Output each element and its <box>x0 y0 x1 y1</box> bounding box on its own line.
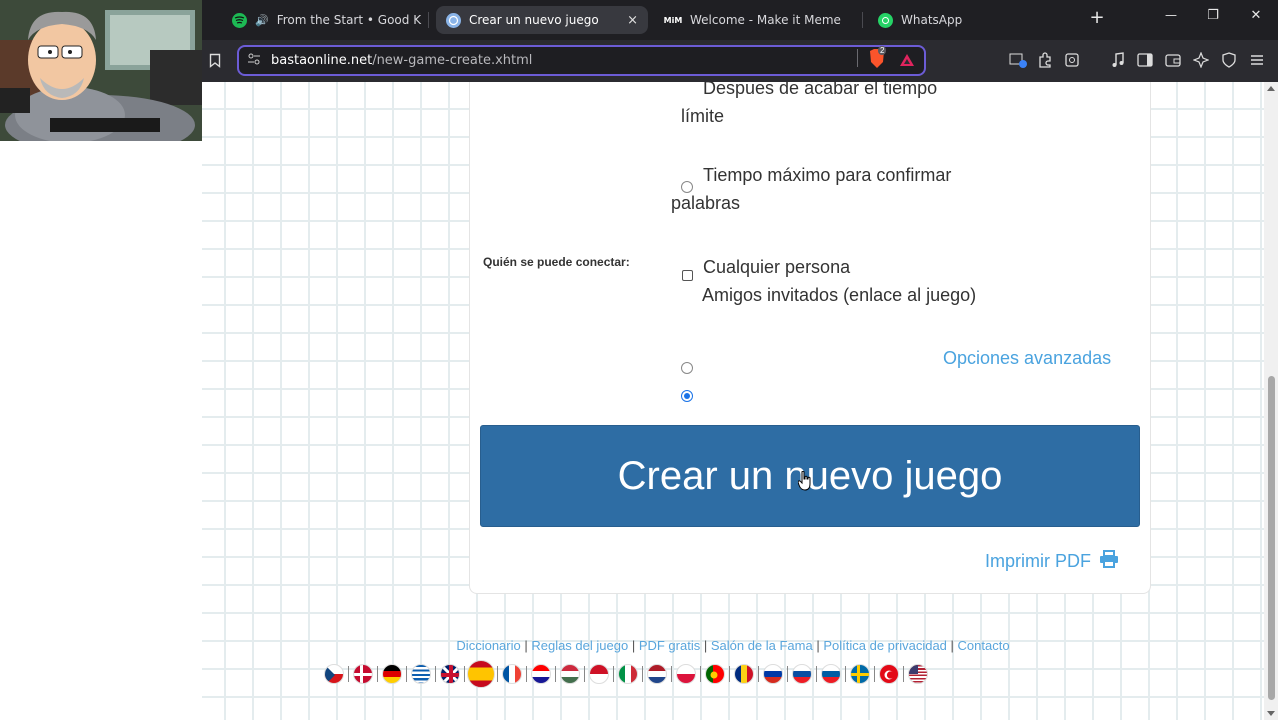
spotify-icon <box>232 12 247 28</box>
menu-icon[interactable] <box>1247 50 1267 70</box>
scroll-thumb[interactable] <box>1268 376 1275 700</box>
tab-crear-juego[interactable]: Crear un nuevo juego × <box>436 6 648 34</box>
flag-fr-icon[interactable] <box>502 664 522 684</box>
flag-de-icon[interactable] <box>382 664 402 684</box>
option-anyone-label[interactable]: Cualquier persona <box>703 253 850 281</box>
whatsapp-icon <box>878 12 893 28</box>
brave-shield-icon[interactable]: 2 <box>867 46 887 70</box>
footer-link-privacidad[interactable]: Política de privacidad <box>823 638 947 653</box>
option-max-time-label: Tiempo máximo para confirmar <box>703 165 952 185</box>
option-after-time-label-cont: límite <box>681 106 725 126</box>
footer-separator: | <box>520 638 532 653</box>
flag-se-icon[interactable] <box>850 664 870 684</box>
tab-label: WhatsApp <box>901 13 963 27</box>
tab-label: From the Start • Good Kid <box>276 13 422 27</box>
footer-link-pdf[interactable]: PDF gratis <box>639 638 700 653</box>
flag-us-icon[interactable] <box>908 664 928 684</box>
wallet-icon[interactable] <box>1163 50 1183 70</box>
flag-sk-icon[interactable] <box>792 664 812 684</box>
restore-button[interactable]: ❐ <box>1201 8 1225 23</box>
footer-links: Diccionario | Reglas del juego | PDF gra… <box>202 638 1264 653</box>
checkbox-max-time[interactable] <box>682 270 693 281</box>
site-settings-icon[interactable] <box>247 52 261 70</box>
print-pdf-label: Imprimir PDF <box>985 551 1091 571</box>
footer-separator: | <box>812 638 824 653</box>
flag-hu-icon[interactable] <box>560 664 580 684</box>
footer-separator: | <box>628 638 639 653</box>
option-after-time-label: Despues de acabar el tiempo <box>703 82 938 98</box>
music-icon[interactable] <box>1108 50 1128 70</box>
screenshot-icon[interactable] <box>1062 50 1082 70</box>
vpn-shield-icon[interactable] <box>1219 50 1239 70</box>
flag-ru-icon[interactable] <box>763 664 783 684</box>
footer-separator: | <box>946 638 958 653</box>
hand-cursor-icon <box>797 470 812 491</box>
close-window-button[interactable]: ✕ <box>1244 8 1268 23</box>
tab-make-it-meme[interactable]: MiM Welcome - Make it Meme <box>654 6 854 34</box>
flag-si-icon[interactable] <box>821 664 841 684</box>
flag-id-icon[interactable] <box>589 664 609 684</box>
new-tab-button[interactable]: + <box>1085 7 1109 28</box>
sidebar-icon[interactable] <box>1135 50 1155 70</box>
flag-ro-icon[interactable] <box>734 664 754 684</box>
flag-it-icon[interactable] <box>618 664 638 684</box>
flag-gr-icon[interactable] <box>411 664 431 684</box>
flag-pt-icon[interactable] <box>705 664 725 684</box>
tab-label: Crear un nuevo juego <box>469 13 599 27</box>
footer-separator: | <box>700 638 711 653</box>
close-icon[interactable]: × <box>627 13 638 28</box>
mim-icon: MiM <box>663 15 683 25</box>
bookmark-icon[interactable] <box>205 50 225 70</box>
page-content: presionado Despues de acabar el tiempo l… <box>202 82 1264 720</box>
radio-anyone[interactable] <box>681 362 693 374</box>
footer-link-reglas[interactable]: Reglas del juego <box>531 638 628 653</box>
flag-tr-icon[interactable] <box>879 664 899 684</box>
scroll-down-icon[interactable] <box>1267 711 1275 716</box>
flag-es-icon[interactable] <box>467 660 495 688</box>
option-max-time-label-cont: palabras <box>671 193 741 213</box>
url-text[interactable]: bastaonline.net/new-game-create.xhtml <box>271 53 532 68</box>
language-flags <box>320 660 932 688</box>
printer-icon <box>1099 550 1119 573</box>
basta-icon <box>446 12 461 28</box>
flag-pl-icon[interactable] <box>676 664 696 684</box>
radio-friends[interactable] <box>681 390 693 402</box>
flag-nl-icon[interactable] <box>647 664 667 684</box>
leo-ai-icon[interactable] <box>1191 50 1211 70</box>
page-scrollbar[interactable] <box>1264 82 1278 720</box>
flag-gb-icon[interactable] <box>440 664 460 684</box>
webcam-overlay <box>0 0 202 141</box>
flag-hr-icon[interactable] <box>531 664 551 684</box>
scroll-up-icon[interactable] <box>1267 86 1275 91</box>
footer-link-salon-fama[interactable]: Salón de la Fama <box>711 638 813 653</box>
who-can-connect-label: Quién se puede conectar: <box>483 255 630 269</box>
brave-rewards-icon[interactable] <box>897 50 917 70</box>
tab-spotify[interactable]: 🔊 From the Start • Good Kid <box>222 6 422 34</box>
option-friends-label[interactable]: Amigos invitados (enlace al juego) <box>702 281 976 309</box>
tab-label: Welcome - Make it Meme <box>690 13 841 27</box>
speaker-icon[interactable]: 🔊 <box>255 14 269 27</box>
advanced-options-link[interactable]: Opciones avanzadas <box>943 348 1111 369</box>
flag-cz-icon[interactable] <box>324 664 344 684</box>
tab-manager-icon[interactable] <box>1008 50 1028 70</box>
footer-link-contacto[interactable]: Contacto <box>958 638 1010 653</box>
footer-link-diccionario[interactable]: Diccionario <box>456 638 520 653</box>
minimize-button[interactable]: — <box>1159 8 1183 22</box>
tab-whatsapp[interactable]: WhatsApp <box>868 6 1068 34</box>
print-pdf-link[interactable]: Imprimir PDF <box>985 550 1119 573</box>
address-bar[interactable]: bastaonline.net/new-game-create.xhtml <box>237 45 926 76</box>
flag-dk-icon[interactable] <box>353 664 373 684</box>
extensions-icon[interactable] <box>1035 50 1055 70</box>
